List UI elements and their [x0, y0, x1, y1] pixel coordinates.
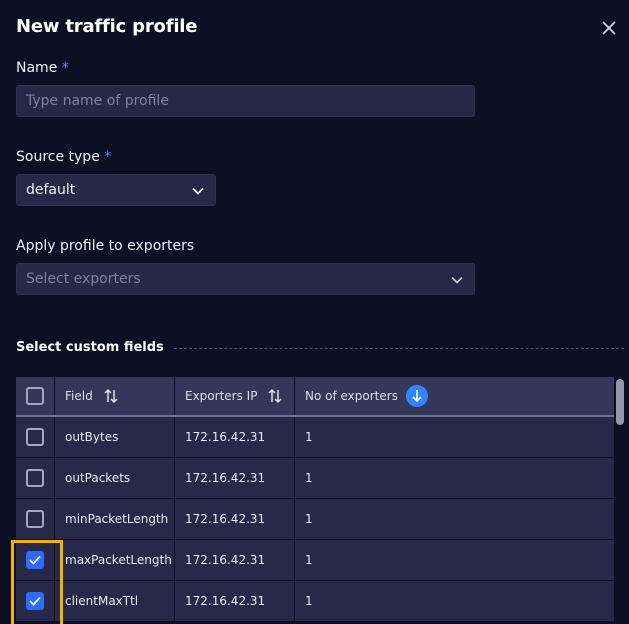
name-label: Name * [16, 60, 69, 76]
chevron-down-icon [451, 276, 463, 284]
row-checkbox[interactable] [26, 469, 44, 487]
column-label: No of exporters [305, 389, 398, 403]
row-checkbox[interactable] [26, 428, 44, 446]
row-checkbox-cell [16, 458, 55, 498]
sort-icon[interactable] [103, 388, 119, 404]
dialog-title: New traffic profile [16, 16, 198, 37]
source-type-select[interactable]: default [16, 174, 216, 206]
arrow-down-icon [412, 390, 422, 403]
ip-cell: 172.16.42.31 [175, 581, 295, 621]
ip-cell: 172.16.42.31 [175, 540, 295, 580]
sort-icon[interactable] [267, 388, 283, 404]
row-checkbox-cell [16, 499, 55, 539]
table-row[interactable]: outBytes 172.16.42.31 1 [16, 417, 614, 458]
source-type-label: Source type * [16, 149, 112, 165]
section-divider [173, 347, 624, 349]
section-title: Select custom fields [16, 339, 164, 355]
custom-fields-table: Field Exporters IP No of exporters outBy… [16, 377, 614, 622]
table-scrollbar[interactable] [614, 377, 626, 624]
name-input[interactable]: Type name of profile [16, 85, 475, 117]
sort-descending-button[interactable] [405, 385, 428, 407]
count-cell: 1 [305, 430, 313, 444]
count-cell: 1 [305, 553, 313, 567]
table-row[interactable]: outPackets 172.16.42.31 1 [16, 458, 614, 499]
source-type-value: default [26, 182, 76, 198]
count-cell: 1 [305, 512, 313, 526]
ip-cell: 172.16.42.31 [175, 417, 295, 457]
field-cell: outBytes [55, 417, 175, 457]
selection-highlight-box [11, 540, 63, 624]
count-cell: 1 [305, 594, 313, 608]
table-row[interactable]: clientMaxTtl 172.16.42.31 1 [16, 581, 614, 622]
row-checkbox-cell [16, 417, 55, 457]
field-cell: outPackets [55, 458, 175, 498]
chevron-down-icon [192, 187, 204, 195]
custom-fields-section-header: Select custom fields [16, 338, 624, 356]
exporters-label: Apply profile to exporters [16, 238, 195, 254]
select-all-checkbox[interactable] [26, 387, 44, 405]
field-cell: maxPacketLength [55, 540, 175, 580]
exporters-select[interactable]: Select exporters [16, 263, 475, 295]
field-cell: minPacketLength [55, 499, 175, 539]
scrollbar-thumb[interactable] [616, 379, 624, 425]
table-row[interactable]: minPacketLength 172.16.42.31 1 [16, 499, 614, 540]
required-marker: * [61, 60, 69, 76]
column-header-field[interactable]: Field [55, 377, 175, 415]
field-cell: clientMaxTtl [55, 581, 175, 621]
close-icon[interactable] [600, 19, 618, 37]
ip-cell: 172.16.42.31 [175, 458, 295, 498]
ip-cell: 172.16.42.31 [175, 499, 295, 539]
column-label: Field [65, 389, 93, 403]
column-header-exporters-ip[interactable]: Exporters IP [175, 377, 295, 415]
row-checkbox[interactable] [26, 510, 44, 528]
required-marker: * [104, 149, 112, 165]
column-header-no-of-exporters[interactable]: No of exporters [295, 377, 614, 415]
column-label: Exporters IP [185, 389, 258, 403]
table-header-row: Field Exporters IP No of exporters [16, 377, 614, 417]
table-row[interactable]: maxPacketLength 172.16.42.31 1 [16, 540, 614, 581]
count-cell: 1 [305, 471, 313, 485]
name-input-placeholder: Type name of profile [26, 93, 169, 109]
select-all-cell [16, 377, 55, 415]
exporters-placeholder: Select exporters [26, 271, 141, 287]
